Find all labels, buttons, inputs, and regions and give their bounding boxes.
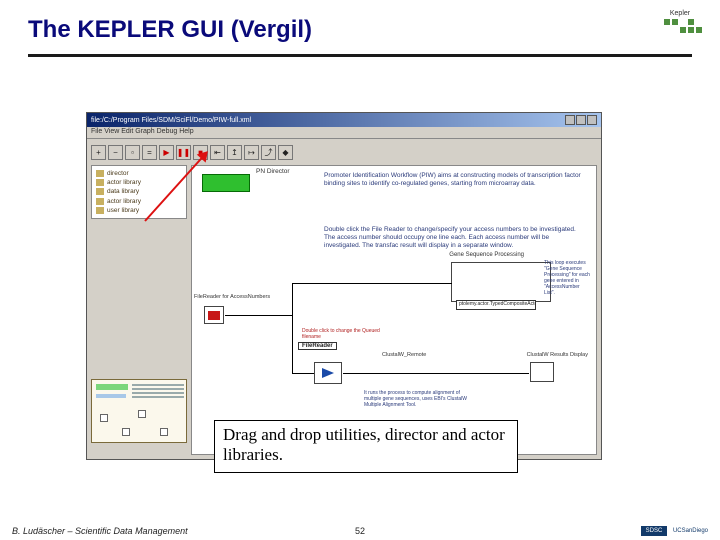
slide-title: The KEPLER GUI (Vergil) — [28, 16, 692, 54]
kepler-logo-label: Kepler — [658, 10, 702, 17]
wire — [343, 373, 529, 374]
wire — [292, 315, 293, 373]
close-icon[interactable] — [587, 115, 597, 125]
clustalw-block[interactable] — [314, 362, 342, 384]
type-stamp: ptolemy.actor.TypedCompositeActor — [456, 300, 536, 310]
window-menubar[interactable]: File View Edit Graph Debug Help — [87, 127, 601, 139]
sidebar-item[interactable]: actor library — [94, 178, 184, 187]
page-number: 52 — [355, 526, 365, 536]
zoom-reset-icon[interactable]: = — [142, 145, 157, 160]
gsp-note: This loop executes "Gene Sequence Proces… — [544, 260, 590, 296]
wire — [292, 283, 293, 316]
step-out-icon[interactable]: ⤴ — [261, 145, 276, 160]
zoom-out-icon[interactable]: − — [108, 145, 123, 160]
sdsc-logo: SDSC — [641, 526, 667, 536]
wire — [292, 373, 314, 374]
sidebar-item[interactable]: user library — [94, 206, 184, 215]
wire — [225, 315, 293, 316]
pause-icon[interactable]: ❚❚ — [176, 145, 191, 160]
wire — [292, 283, 452, 284]
minimize-icon[interactable] — [565, 115, 575, 125]
sidebar-item[interactable]: actor library — [94, 197, 184, 206]
step-over-icon[interactable]: ↦ — [244, 145, 259, 160]
footer-author: B. Ludäscher – Scientific Data Managemen… — [12, 526, 188, 536]
clustalw-note: It runs the process to compute alignment… — [364, 390, 474, 408]
clustalw-results-block[interactable] — [530, 362, 554, 382]
clustalw-label: ClustalW_Remote — [382, 352, 426, 358]
pn-director-label: PN Director — [256, 168, 290, 175]
title-rule — [28, 54, 692, 57]
maximize-icon[interactable] — [576, 115, 586, 125]
window-title-text: file:/C:/Program Files/SDM/SciFl/Demo/PI… — [91, 117, 251, 124]
footer: B. Ludäscher – Scientific Data Managemen… — [12, 526, 708, 536]
app-window: file:/C:/Program Files/SDM/SciFl/Demo/PI… — [86, 112, 602, 460]
callout-text: Drag and drop utilities, director and ac… — [223, 425, 509, 466]
flag-icon — [322, 368, 334, 378]
step-back-icon[interactable]: ⇤ — [210, 145, 225, 160]
window-titlebar: file:/C:/Program Files/SDM/SciFl/Demo/PI… — [87, 113, 601, 127]
workflow-description-2: Double click the File Reader to change/s… — [324, 226, 586, 250]
workflow-canvas[interactable]: PN Director Promoter Identification Work… — [191, 165, 597, 455]
callout-box: Drag and drop utilities, director and ac… — [214, 420, 518, 473]
ucsd-logo: UCSanDiego — [673, 528, 708, 534]
pn-director-block[interactable] — [202, 174, 250, 192]
play-icon[interactable]: ▶ — [159, 145, 174, 160]
filereader-label: FileReader for AccessNumbers — [194, 294, 270, 300]
filereader-block[interactable] — [204, 306, 224, 324]
filereader-note: Double click to change the Queued filena… — [302, 328, 382, 340]
library-sidebar: director actor library data library acto… — [91, 165, 187, 219]
clustalw-results-label: ClustalW Results Display — [527, 352, 588, 358]
kepler-logo: Kepler — [658, 10, 702, 40]
cycle-icon[interactable]: ◆ — [278, 145, 293, 160]
filereader-caption: FileReader — [298, 342, 337, 350]
folder-icon — [208, 311, 220, 320]
overview-thumbnail[interactable] — [91, 379, 187, 443]
zoom-in-icon[interactable]: + — [91, 145, 106, 160]
sidebar-item[interactable]: director — [94, 169, 184, 178]
workflow-description-1: Promoter Identification Workflow (PIW) a… — [324, 172, 586, 188]
step-up-icon[interactable]: ↥ — [227, 145, 242, 160]
gsp-label: Gene Sequence Processing — [449, 252, 524, 258]
gsp-block[interactable] — [451, 262, 551, 302]
zoom-fit-icon[interactable]: ▫ — [125, 145, 140, 160]
toolbar: + − ▫ = ▶ ❚❚ ■ ⇤ ↥ ↦ ⤴ ◆ — [91, 143, 293, 161]
